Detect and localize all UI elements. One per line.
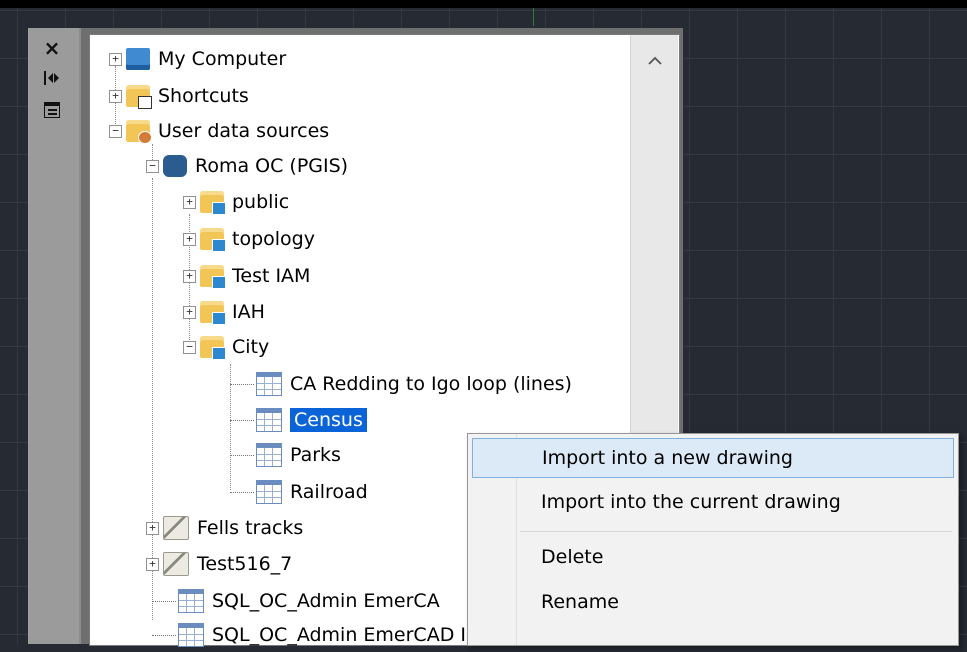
table-icon bbox=[256, 408, 282, 432]
tree-node-test516[interactable]: + Test516_7 bbox=[146, 547, 292, 581]
tree-node-ca-redding[interactable]: CA Redding to Igo loop (lines) bbox=[230, 367, 572, 401]
tree-node-label: User data sources bbox=[158, 120, 330, 142]
shortcuts-folder-icon bbox=[126, 85, 152, 109]
tree-node-census[interactable]: Census bbox=[230, 403, 368, 437]
tree-node-fells-tracks[interactable]: + Fells tracks bbox=[146, 511, 303, 545]
expand-icon[interactable]: + bbox=[183, 269, 196, 283]
tree-connector bbox=[230, 383, 254, 385]
palette-title-strip[interactable]: × bbox=[29, 28, 79, 644]
tree-connector bbox=[230, 454, 254, 456]
collapse-icon[interactable]: − bbox=[109, 124, 122, 138]
tree-node-iah[interactable]: + IAH bbox=[183, 295, 265, 329]
tree-node-label: Test IAM bbox=[232, 265, 311, 287]
schema-folder-icon bbox=[200, 336, 226, 360]
scroll-up-icon[interactable] bbox=[631, 35, 678, 85]
tree-node-topology[interactable]: + topology bbox=[183, 222, 315, 256]
tree-node-label: Shortcuts bbox=[158, 85, 249, 107]
postgis-database-icon bbox=[163, 155, 187, 177]
y-axis-line bbox=[533, 8, 534, 26]
computer-icon bbox=[126, 48, 150, 70]
expand-icon[interactable]: + bbox=[146, 557, 159, 571]
tree-node-label: Census bbox=[289, 407, 368, 433]
schema-folder-icon bbox=[200, 301, 226, 325]
close-icon[interactable]: × bbox=[37, 36, 67, 60]
tree-node-label: topology bbox=[232, 228, 315, 250]
tree-node-shortcuts[interactable]: + Shortcuts bbox=[109, 79, 249, 113]
table-icon bbox=[256, 480, 282, 504]
tree-node-sql-oc-admin-1[interactable]: SQL_OC_Admin EmerCA bbox=[152, 584, 440, 618]
collapse-icon[interactable]: − bbox=[183, 340, 196, 354]
expand-icon[interactable]: + bbox=[146, 521, 159, 535]
table-icon bbox=[256, 443, 282, 467]
auto-hide-icon[interactable] bbox=[37, 66, 67, 90]
expand-icon[interactable]: + bbox=[109, 52, 122, 66]
tracks-icon bbox=[163, 552, 189, 576]
tree-connector bbox=[230, 491, 254, 493]
tree-node-label: public bbox=[232, 191, 290, 213]
tree-node-test-iam[interactable]: + Test IAM bbox=[183, 259, 310, 293]
tree-node-label: Railroad bbox=[290, 481, 368, 503]
table-icon bbox=[178, 623, 204, 647]
top-border bbox=[0, 0, 967, 8]
expand-icon[interactable]: + bbox=[109, 89, 122, 103]
tree-node-public[interactable]: + public bbox=[183, 185, 289, 219]
tree-node-parks[interactable]: Parks bbox=[230, 438, 341, 472]
tracks-icon bbox=[163, 516, 189, 540]
tree-node-label: Roma OC (PGIS) bbox=[195, 155, 349, 177]
menu-item-label: Rename bbox=[541, 591, 619, 613]
schema-folder-icon bbox=[200, 228, 226, 252]
schema-folder-icon bbox=[200, 191, 226, 215]
tree-node-label: Parks bbox=[290, 444, 341, 466]
expand-icon[interactable]: + bbox=[183, 232, 196, 246]
tree-node-my-computer[interactable]: + My Computer bbox=[109, 42, 286, 76]
menu-item-label: Import into the current drawing bbox=[541, 491, 841, 513]
user-folder-icon bbox=[126, 120, 152, 144]
menu-item-import-current-drawing[interactable]: Import into the current drawing bbox=[472, 482, 954, 522]
expand-icon[interactable]: + bbox=[183, 195, 196, 209]
menu-item-import-new-drawing[interactable]: Import into a new drawing bbox=[472, 438, 954, 478]
tree-node-label: My Computer bbox=[158, 48, 287, 70]
expand-icon[interactable]: + bbox=[183, 305, 196, 319]
tree-node-label: City bbox=[232, 336, 270, 358]
table-icon bbox=[256, 372, 282, 396]
tree-node-label: SQL_OC_Admin EmerCA bbox=[212, 590, 440, 612]
tree-node-label: Fells tracks bbox=[197, 517, 304, 539]
schema-folder-icon bbox=[200, 265, 226, 289]
tree-node-label: Test516_7 bbox=[197, 553, 293, 575]
menu-separator bbox=[520, 531, 952, 532]
tree-node-city[interactable]: − City bbox=[183, 330, 269, 364]
collapse-icon[interactable]: − bbox=[146, 159, 159, 173]
tree-connector bbox=[230, 419, 254, 421]
tree-connector bbox=[152, 634, 176, 636]
properties-icon[interactable] bbox=[37, 98, 67, 122]
tree-node-railroad[interactable]: Railroad bbox=[230, 475, 368, 509]
context-menu: Import into a new drawing Import into th… bbox=[467, 433, 959, 646]
tree-node-user-data-sources[interactable]: − User data sources bbox=[109, 114, 329, 148]
tree-connector bbox=[152, 600, 176, 602]
menu-item-label: Delete bbox=[541, 546, 604, 568]
table-icon bbox=[178, 589, 204, 613]
menu-item-delete[interactable]: Delete bbox=[472, 537, 954, 577]
tree-node-roma-oc[interactable]: − Roma OC (PGIS) bbox=[146, 149, 348, 183]
tree-node-label: CA Redding to Igo loop (lines) bbox=[290, 373, 572, 395]
menu-item-label: Import into a new drawing bbox=[542, 447, 793, 469]
menu-item-rename[interactable]: Rename bbox=[472, 582, 954, 622]
tree-node-label: IAH bbox=[232, 301, 265, 323]
